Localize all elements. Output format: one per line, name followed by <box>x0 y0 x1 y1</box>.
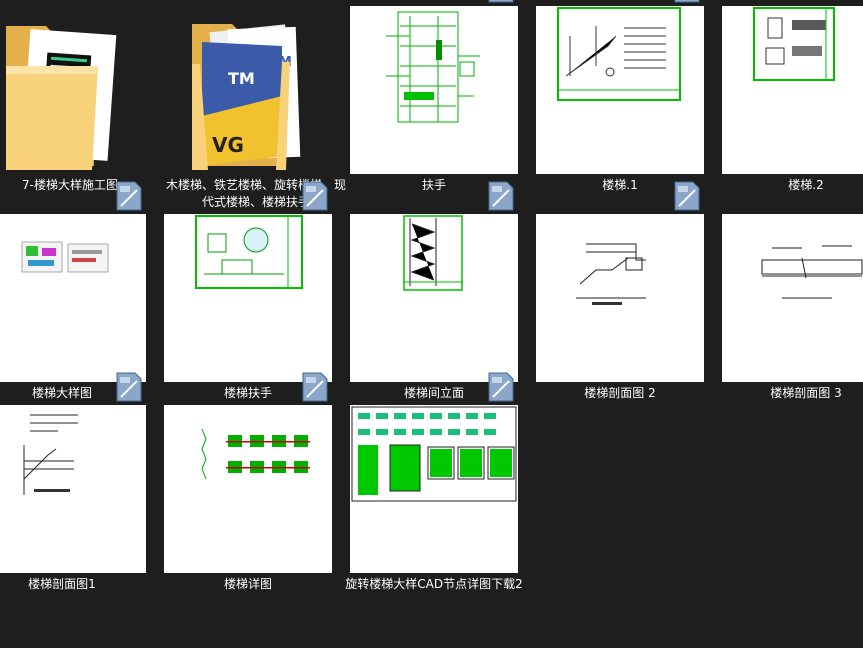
file-thumbnail <box>0 214 146 382</box>
file-thumbnail <box>722 214 863 382</box>
file-thumbnail <box>164 214 332 382</box>
dwg-file-icon <box>673 180 701 212</box>
svg-text:TM: TM <box>228 69 255 88</box>
dwg-file-icon <box>115 180 143 212</box>
file-thumbnail <box>536 6 704 174</box>
file-name: 楼梯详图 <box>223 577 272 591</box>
file-name: 楼梯剖面图 2 <box>584 386 656 400</box>
file-thumbnail <box>350 214 518 382</box>
folder-icon <box>0 6 154 174</box>
file-thumbnail <box>350 6 518 174</box>
file-name: 楼梯.2 <box>788 178 824 192</box>
file-thumbnail <box>0 405 146 573</box>
dwg-file-icon <box>487 180 515 212</box>
file-name: 楼梯剖面图 3 <box>770 386 842 400</box>
folder-icon: TM TM VG <box>172 6 340 174</box>
dwg-file-icon <box>487 0 515 4</box>
dwg-file-icon <box>673 0 701 4</box>
dwg-file-icon <box>115 371 143 403</box>
file-name: 旋转楼梯大样CAD节点详图下载2 <box>345 577 523 591</box>
file-thumbnail <box>350 405 518 573</box>
dwg-file-icon <box>301 180 329 212</box>
dwg-file-icon <box>301 371 329 403</box>
svg-text:VG: VG <box>212 133 244 157</box>
file-thumbnail <box>722 6 863 174</box>
file-thumbnail <box>164 405 332 573</box>
dwg-file-icon <box>487 371 515 403</box>
file-thumbnail <box>536 214 704 382</box>
file-name: 楼梯剖面图1 <box>28 577 96 591</box>
